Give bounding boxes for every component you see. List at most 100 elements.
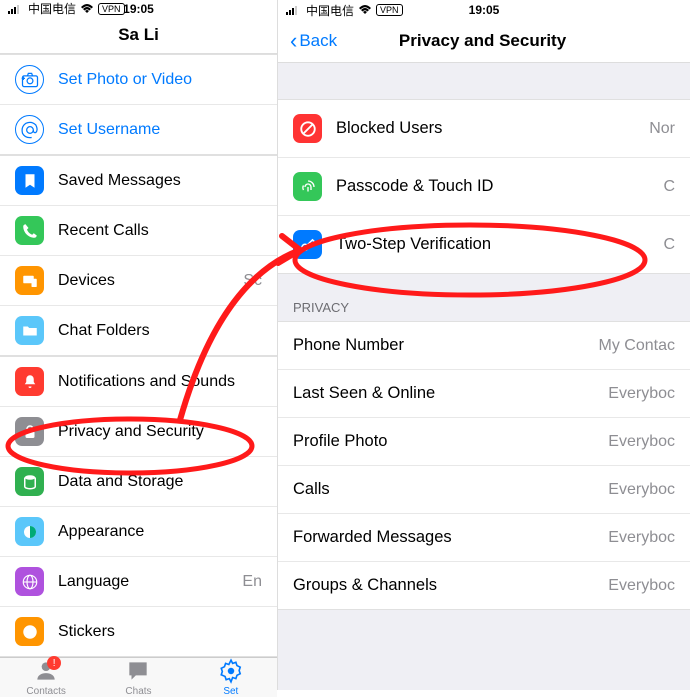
status-bar-right: 中国电信 VPN 19:05 — [278, 0, 690, 20]
appearance-icon — [15, 517, 44, 546]
privacy-security-item[interactable]: Privacy and Security — [0, 407, 277, 457]
chats-icon — [125, 658, 151, 684]
set-username-label: Set Username — [58, 121, 262, 139]
profile-name: Sa Li — [12, 25, 265, 45]
saved-messages-item[interactable]: Saved Messages — [0, 156, 277, 206]
key-icon — [293, 230, 322, 259]
appearance-label: Appearance — [58, 523, 262, 541]
devices-value: Sc — [243, 272, 262, 290]
signal-icon — [286, 5, 302, 15]
recent-calls-item[interactable]: Recent Calls — [0, 206, 277, 256]
tab-settings[interactable]: Set — [185, 658, 277, 697]
saved-label: Saved Messages — [58, 172, 262, 190]
appearance-item[interactable]: Appearance — [0, 507, 277, 557]
page-title: Privacy and Security — [399, 31, 566, 51]
lastseen-value: Everyboc — [608, 385, 675, 403]
notifications-item[interactable]: Notifications and Sounds — [0, 357, 277, 407]
vpn-badge-r: VPN — [376, 4, 403, 16]
devices-label: Devices — [58, 272, 243, 290]
settings-header: Sa Li — [0, 17, 277, 54]
chevron-left-icon: ‹ — [290, 28, 297, 54]
privacy-section-header: PRIVACY — [278, 294, 690, 321]
security-section: Blocked Users Nor Passcode & Touch ID C … — [278, 99, 690, 274]
phone-number-item[interactable]: Phone Number My Contac — [278, 322, 690, 370]
forwarded-item[interactable]: Forwarded Messages Everyboc — [278, 514, 690, 562]
contacts-icon: ! — [33, 658, 59, 684]
tab-chats[interactable]: Chats — [92, 658, 184, 697]
status-time: 19:05 — [123, 2, 154, 16]
fingerprint-icon — [293, 172, 322, 201]
data-icon — [15, 467, 44, 496]
wifi-icon — [80, 4, 94, 14]
passcode-item[interactable]: Passcode & Touch ID C — [278, 158, 690, 216]
forwarded-value: Everyboc — [608, 529, 675, 547]
calls-privacy-value: Everyboc — [608, 481, 675, 499]
devices-icon — [15, 266, 44, 295]
language-label: Language — [58, 573, 242, 591]
folder-icon — [15, 316, 44, 345]
bookmark-icon — [15, 166, 44, 195]
camera-icon — [15, 65, 44, 94]
phone-value: My Contac — [599, 337, 675, 355]
twostep-value: C — [663, 236, 675, 254]
phone-icon — [15, 216, 44, 245]
language-item[interactable]: Language En — [0, 557, 277, 607]
privacy-header: ‹ Back Privacy and Security — [278, 20, 690, 63]
back-button[interactable]: ‹ Back — [290, 28, 337, 54]
stickers-label: Stickers — [58, 623, 262, 641]
wifi-icon — [358, 5, 372, 15]
bell-icon — [15, 367, 44, 396]
calls-privacy-label: Calls — [293, 480, 608, 499]
blocked-value: Nor — [649, 120, 675, 138]
blocked-users-item[interactable]: Blocked Users Nor — [278, 100, 690, 158]
passcode-label: Passcode & Touch ID — [336, 177, 663, 196]
chat-folders-item[interactable]: Chat Folders — [0, 306, 277, 355]
language-value: En — [242, 573, 262, 591]
profile-actions-group: Set Photo or Video Set Username — [0, 54, 277, 155]
privacy-security-screen: 中国电信 VPN 19:05 ‹ Back Privacy and Securi… — [278, 0, 690, 690]
back-label: Back — [299, 31, 337, 51]
blocked-label: Blocked Users — [336, 119, 649, 138]
lastseen-label: Last Seen & Online — [293, 384, 608, 403]
settings-screen: 中国电信 VPN 19:05 Sa Li Set Photo or Video … — [0, 0, 278, 690]
globe-icon — [15, 567, 44, 596]
data-label: Data and Storage — [58, 473, 262, 491]
lock-icon — [15, 417, 44, 446]
privacy-label: Privacy and Security — [58, 423, 262, 441]
tab-chats-label: Chats — [125, 686, 151, 697]
tab-contacts-label: Contacts — [26, 686, 65, 697]
set-photo-label: Set Photo or Video — [58, 71, 262, 89]
calls-privacy-item[interactable]: Calls Everyboc — [278, 466, 690, 514]
groups-value: Everyboc — [608, 577, 675, 595]
notifications-label: Notifications and Sounds — [58, 373, 262, 391]
two-step-item[interactable]: Two-Step Verification C — [278, 216, 690, 273]
block-icon — [293, 114, 322, 143]
tab-settings-label: Set — [223, 686, 238, 697]
photo-value: Everyboc — [608, 433, 675, 451]
forwarded-label: Forwarded Messages — [293, 528, 608, 547]
at-icon — [15, 115, 44, 144]
stickers-item[interactable]: Stickers — [0, 607, 277, 656]
set-username-item[interactable]: Set Username — [0, 105, 277, 154]
devices-item[interactable]: Devices Sc — [0, 256, 277, 306]
groups-label: Groups & Channels — [293, 576, 608, 595]
data-storage-item[interactable]: Data and Storage — [0, 457, 277, 507]
settings-group-2: Notifications and Sounds Privacy and Sec… — [0, 356, 277, 657]
groups-item[interactable]: Groups & Channels Everyboc — [278, 562, 690, 609]
passcode-value: C — [663, 178, 675, 196]
carrier-label: 中国电信 — [28, 0, 76, 17]
status-time-r: 19:05 — [469, 3, 500, 17]
carrier-label-r: 中国电信 — [306, 2, 354, 19]
lastseen-item[interactable]: Last Seen & Online Everyboc — [278, 370, 690, 418]
vpn-badge: VPN — [98, 3, 125, 15]
profile-photo-item[interactable]: Profile Photo Everyboc — [278, 418, 690, 466]
status-bar: 中国电信 VPN 19:05 — [0, 0, 277, 17]
sticker-icon — [15, 617, 44, 646]
set-photo-item[interactable]: Set Photo or Video — [0, 55, 277, 105]
phone-label: Phone Number — [293, 336, 599, 355]
calls-label: Recent Calls — [58, 222, 262, 240]
tab-bar: ! Contacts Chats Set — [0, 657, 277, 697]
settings-icon — [218, 658, 244, 684]
settings-group-1: Saved Messages Recent Calls Devices Sc C… — [0, 155, 277, 356]
tab-contacts[interactable]: ! Contacts — [0, 658, 92, 697]
